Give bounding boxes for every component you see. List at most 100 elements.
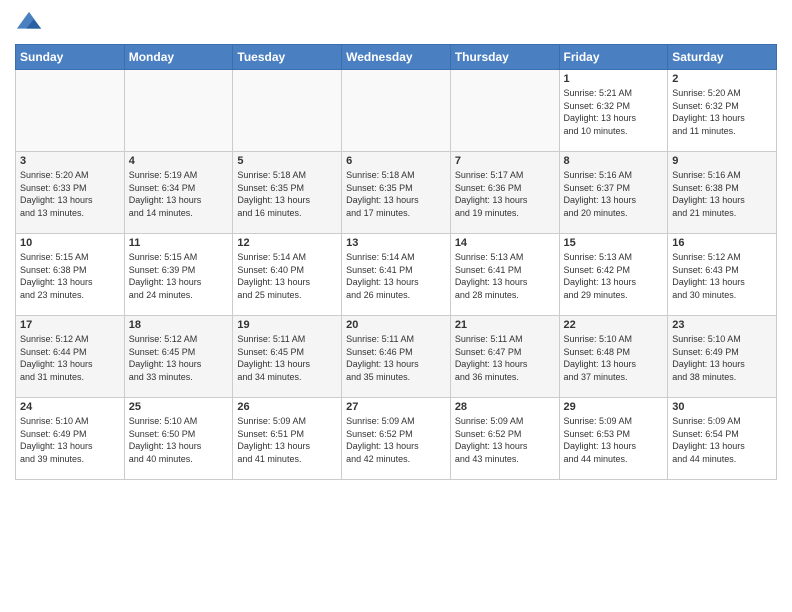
page-container: SundayMondayTuesdayWednesdayThursdayFrid… (0, 0, 792, 612)
day-number: 4 (129, 155, 229, 167)
day-number: 25 (129, 401, 229, 413)
day-info: Sunrise: 5:16 AM Sunset: 6:37 PM Dayligh… (564, 169, 664, 219)
day-number: 11 (129, 237, 229, 249)
day-info: Sunrise: 5:14 AM Sunset: 6:40 PM Dayligh… (237, 251, 337, 301)
day-number: 30 (672, 401, 772, 413)
logo (15, 10, 47, 38)
calendar-cell: 30 Sunrise: 5:09 AM Sunset: 6:54 PM Dayli… (668, 398, 777, 480)
calendar-cell (233, 70, 342, 152)
day-info: Sunrise: 5:09 AM Sunset: 6:51 PM Dayligh… (237, 415, 337, 465)
logo-icon (15, 10, 43, 38)
calendar-cell (16, 70, 125, 152)
day-number: 12 (237, 237, 337, 249)
calendar-cell: 4 Sunrise: 5:19 AM Sunset: 6:34 PM Daylig… (124, 152, 233, 234)
calendar-cell: 27 Sunrise: 5:09 AM Sunset: 6:52 PM Dayli… (342, 398, 451, 480)
calendar-header-row: SundayMondayTuesdayWednesdayThursdayFrid… (16, 45, 777, 70)
day-number: 16 (672, 237, 772, 249)
day-number: 7 (455, 155, 555, 167)
calendar-cell: 23 Sunrise: 5:10 AM Sunset: 6:49 PM Dayli… (668, 316, 777, 398)
calendar-cell: 8Sunrise: 5:16 AM Sunset: 6:37 PM Daylig… (559, 152, 668, 234)
calendar-header-tuesday: Tuesday (233, 45, 342, 70)
day-number: 26 (237, 401, 337, 413)
day-info: Sunrise: 5:10 AM Sunset: 6:49 PM Dayligh… (20, 415, 120, 465)
calendar-cell: 20 Sunrise: 5:11 AM Sunset: 6:46 PM Dayli… (342, 316, 451, 398)
calendar: SundayMondayTuesdayWednesdayThursdayFrid… (15, 44, 777, 480)
day-info: Sunrise: 5:12 AM Sunset: 6:45 PM Dayligh… (129, 333, 229, 383)
calendar-cell: 3Sunrise: 5:20 AM Sunset: 6:33 PM Daylig… (16, 152, 125, 234)
calendar-header-saturday: Saturday (668, 45, 777, 70)
day-number: 17 (20, 319, 120, 331)
calendar-cell: 26 Sunrise: 5:09 AM Sunset: 6:51 PM Dayli… (233, 398, 342, 480)
calendar-cell: 9Sunrise: 5:16 AM Sunset: 6:38 PM Daylig… (668, 152, 777, 234)
calendar-cell: 21 Sunrise: 5:11 AM Sunset: 6:47 PM Dayli… (450, 316, 559, 398)
day-info: Sunrise: 5:14 AM Sunset: 6:41 PM Dayligh… (346, 251, 446, 301)
day-info: Sunrise: 5:11 AM Sunset: 6:46 PM Dayligh… (346, 333, 446, 383)
day-info: Sunrise: 5:10 AM Sunset: 6:48 PM Dayligh… (564, 333, 664, 383)
calendar-cell: 1 Sunrise: 5:21 AM Sunset: 6:32 PM Daylig… (559, 70, 668, 152)
day-number: 13 (346, 237, 446, 249)
day-info: Sunrise: 5:18 AM Sunset: 6:35 PM Dayligh… (346, 169, 446, 219)
calendar-week-row: 1 Sunrise: 5:21 AM Sunset: 6:32 PM Daylig… (16, 70, 777, 152)
day-number: 29 (564, 401, 664, 413)
day-number: 10 (20, 237, 120, 249)
calendar-cell: 12 Sunrise: 5:14 AM Sunset: 6:40 PM Dayli… (233, 234, 342, 316)
calendar-cell: 16 Sunrise: 5:12 AM Sunset: 6:43 PM Dayli… (668, 234, 777, 316)
day-info: Sunrise: 5:11 AM Sunset: 6:47 PM Dayligh… (455, 333, 555, 383)
calendar-cell: 24 Sunrise: 5:10 AM Sunset: 6:49 PM Dayli… (16, 398, 125, 480)
day-info: Sunrise: 5:13 AM Sunset: 6:41 PM Dayligh… (455, 251, 555, 301)
day-info: Sunrise: 5:10 AM Sunset: 6:49 PM Dayligh… (672, 333, 772, 383)
day-info: Sunrise: 5:12 AM Sunset: 6:43 PM Dayligh… (672, 251, 772, 301)
day-number: 24 (20, 401, 120, 413)
calendar-cell (450, 70, 559, 152)
day-number: 18 (129, 319, 229, 331)
day-info: Sunrise: 5:09 AM Sunset: 6:52 PM Dayligh… (346, 415, 446, 465)
day-number: 15 (564, 237, 664, 249)
day-info: Sunrise: 5:09 AM Sunset: 6:54 PM Dayligh… (672, 415, 772, 465)
calendar-cell: 15 Sunrise: 5:13 AM Sunset: 6:42 PM Dayli… (559, 234, 668, 316)
day-info: Sunrise: 5:17 AM Sunset: 6:36 PM Dayligh… (455, 169, 555, 219)
calendar-cell: 17 Sunrise: 5:12 AM Sunset: 6:44 PM Dayli… (16, 316, 125, 398)
calendar-header-friday: Friday (559, 45, 668, 70)
day-info: Sunrise: 5:21 AM Sunset: 6:32 PM Dayligh… (564, 87, 664, 137)
day-number: 27 (346, 401, 446, 413)
day-number: 28 (455, 401, 555, 413)
calendar-cell: 19Sunrise: 5:11 AM Sunset: 6:45 PM Dayli… (233, 316, 342, 398)
calendar-cell: 2 Sunrise: 5:20 AM Sunset: 6:32 PM Daylig… (668, 70, 777, 152)
day-number: 2 (672, 73, 772, 85)
day-info: Sunrise: 5:20 AM Sunset: 6:32 PM Dayligh… (672, 87, 772, 137)
calendar-week-row: 24 Sunrise: 5:10 AM Sunset: 6:49 PM Dayli… (16, 398, 777, 480)
day-number: 1 (564, 73, 664, 85)
calendar-cell: 29 Sunrise: 5:09 AM Sunset: 6:53 PM Dayli… (559, 398, 668, 480)
calendar-cell: 6 Sunrise: 5:18 AM Sunset: 6:35 PM Daylig… (342, 152, 451, 234)
day-number: 6 (346, 155, 446, 167)
day-number: 21 (455, 319, 555, 331)
calendar-header-wednesday: Wednesday (342, 45, 451, 70)
calendar-cell: 18 Sunrise: 5:12 AM Sunset: 6:45 PM Dayli… (124, 316, 233, 398)
day-info: Sunrise: 5:19 AM Sunset: 6:34 PM Dayligh… (129, 169, 229, 219)
calendar-week-row: 17 Sunrise: 5:12 AM Sunset: 6:44 PM Dayli… (16, 316, 777, 398)
calendar-week-row: 10 Sunrise: 5:15 AM Sunset: 6:38 PM Dayli… (16, 234, 777, 316)
day-number: 22 (564, 319, 664, 331)
calendar-cell (124, 70, 233, 152)
calendar-cell: 5Sunrise: 5:18 AM Sunset: 6:35 PM Daylig… (233, 152, 342, 234)
calendar-cell: 13 Sunrise: 5:14 AM Sunset: 6:41 PM Dayli… (342, 234, 451, 316)
day-info: Sunrise: 5:15 AM Sunset: 6:38 PM Dayligh… (20, 251, 120, 301)
day-info: Sunrise: 5:09 AM Sunset: 6:52 PM Dayligh… (455, 415, 555, 465)
day-info: Sunrise: 5:20 AM Sunset: 6:33 PM Dayligh… (20, 169, 120, 219)
day-info: Sunrise: 5:12 AM Sunset: 6:44 PM Dayligh… (20, 333, 120, 383)
calendar-cell: 14 Sunrise: 5:13 AM Sunset: 6:41 PM Dayli… (450, 234, 559, 316)
calendar-cell: 25Sunrise: 5:10 AM Sunset: 6:50 PM Dayli… (124, 398, 233, 480)
calendar-cell: 28 Sunrise: 5:09 AM Sunset: 6:52 PM Dayli… (450, 398, 559, 480)
calendar-header-sunday: Sunday (16, 45, 125, 70)
day-number: 14 (455, 237, 555, 249)
day-number: 5 (237, 155, 337, 167)
day-info: Sunrise: 5:13 AM Sunset: 6:42 PM Dayligh… (564, 251, 664, 301)
day-info: Sunrise: 5:09 AM Sunset: 6:53 PM Dayligh… (564, 415, 664, 465)
day-number: 23 (672, 319, 772, 331)
calendar-week-row: 3Sunrise: 5:20 AM Sunset: 6:33 PM Daylig… (16, 152, 777, 234)
day-number: 20 (346, 319, 446, 331)
calendar-header-monday: Monday (124, 45, 233, 70)
day-number: 19 (237, 319, 337, 331)
calendar-cell: 22 Sunrise: 5:10 AM Sunset: 6:48 PM Dayli… (559, 316, 668, 398)
day-info: Sunrise: 5:15 AM Sunset: 6:39 PM Dayligh… (129, 251, 229, 301)
